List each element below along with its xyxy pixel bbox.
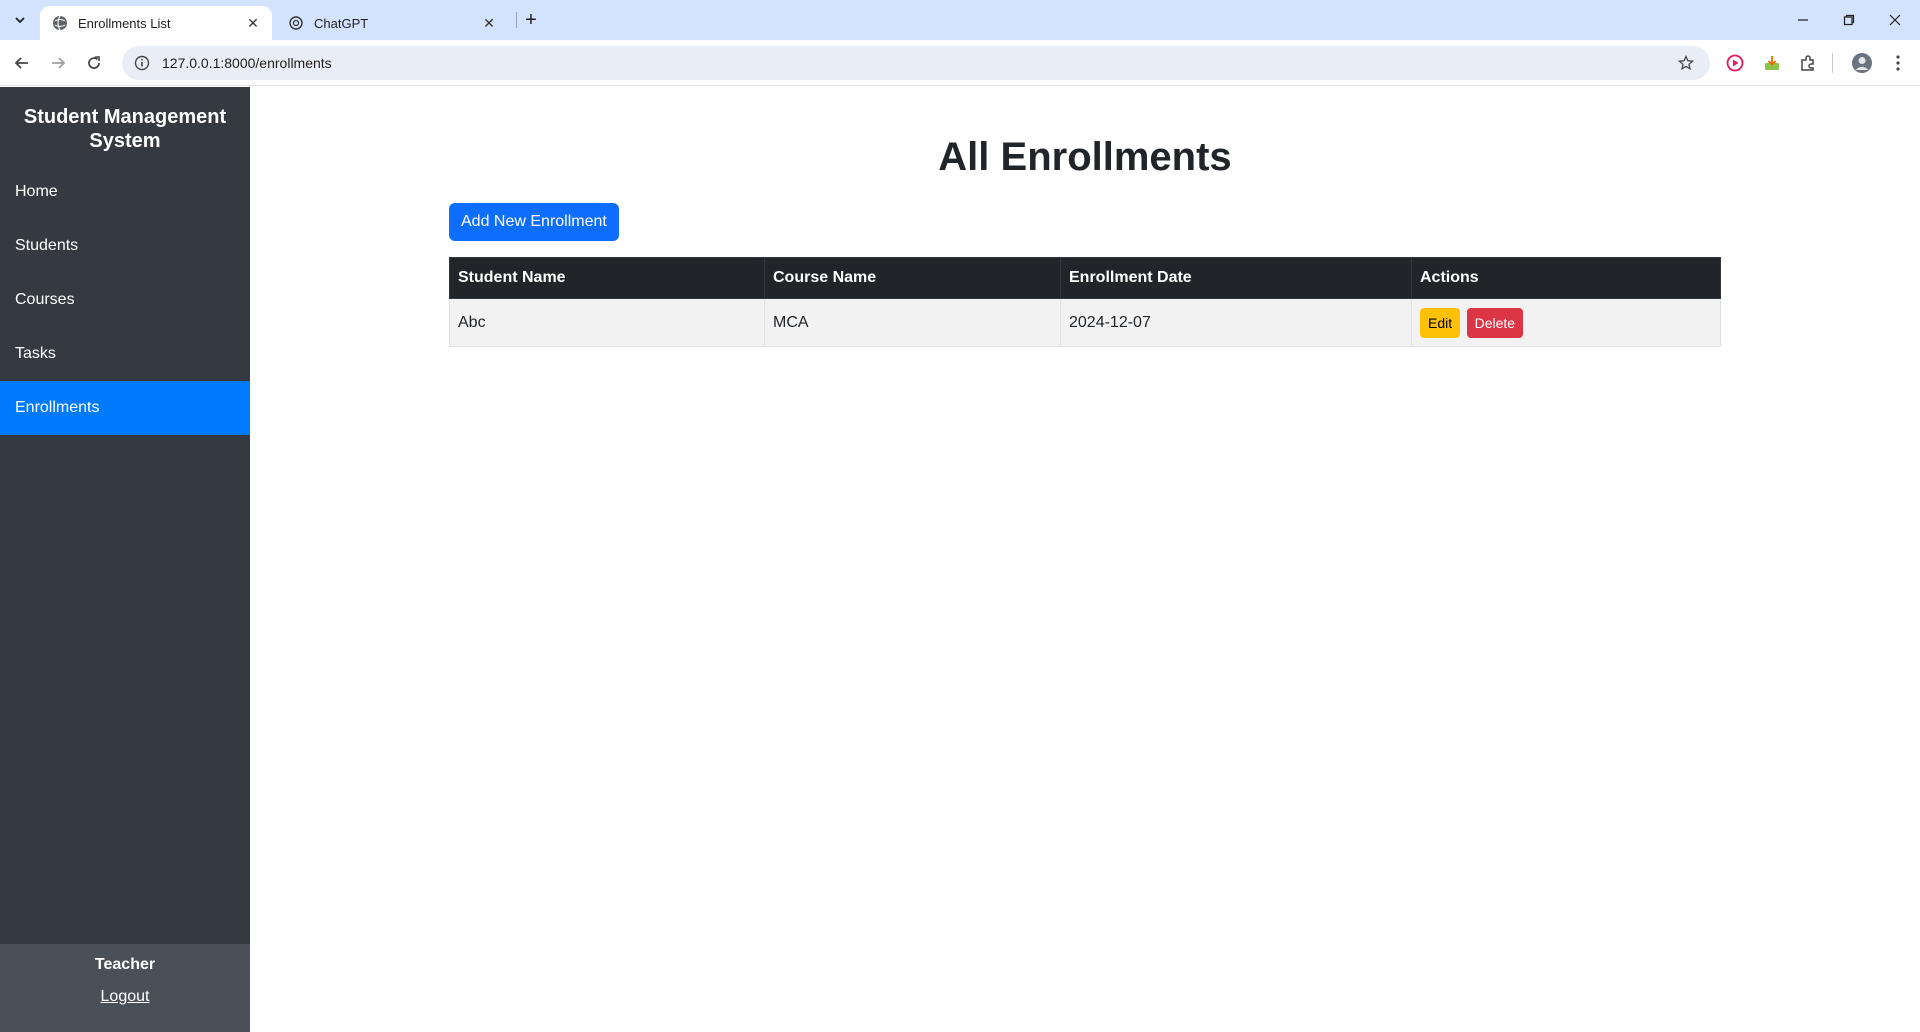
brand-title: Student Management System: [23, 106, 227, 152]
extensions-puzzle-icon[interactable]: [1796, 51, 1820, 75]
cell-course-name: MCA: [764, 298, 1061, 347]
column-header-enrollment-date: Enrollment Date: [1060, 257, 1412, 299]
column-header-student-name: Student Name: [449, 257, 765, 299]
browser-menu-icon[interactable]: [1886, 51, 1910, 75]
tab-title: ChatGPT: [314, 15, 369, 31]
table-header-row: Student Name Course Name Enrollment Date…: [449, 257, 1721, 299]
bookmark-star-icon[interactable]: [1672, 49, 1700, 77]
app-root: Student Management System Home Students …: [0, 87, 1920, 1032]
sidebar-item-courses[interactable]: Courses: [0, 273, 250, 327]
sidebar-item-home[interactable]: Home: [0, 165, 250, 219]
enrollments-table: Student Name Course Name Enrollment Date…: [449, 257, 1721, 347]
add-enrollment-button[interactable]: Add New Enrollment: [449, 203, 619, 241]
profile-avatar[interactable]: [1850, 51, 1874, 75]
sidebar-footer: Teacher Logout: [0, 944, 250, 1032]
edit-button[interactable]: Edit: [1420, 307, 1461, 338]
delete-button[interactable]: Delete: [1466, 307, 1524, 338]
sidebar-item-students[interactable]: Students: [0, 219, 250, 273]
tab-separator: [516, 12, 517, 28]
column-header-course-name: Course Name: [764, 257, 1061, 299]
minimize-icon[interactable]: [1780, 0, 1826, 40]
record-extension-icon[interactable]: [1723, 51, 1747, 75]
cell-student-name: Abc: [449, 298, 765, 347]
url-text: 127.0.0.1:8000/enrollments: [162, 55, 332, 71]
toolbar-separator: [1832, 53, 1833, 73]
sidebar-nav: Home Students Courses Tasks Enrollments: [0, 165, 250, 435]
table-row: Abc MCA 2024-12-07 Edit Delete: [449, 298, 1721, 347]
sidebar: Student Management System Home Students …: [0, 87, 250, 1032]
address-bar[interactable]: 127.0.0.1:8000/enrollments: [122, 46, 1710, 80]
column-header-actions: Actions: [1411, 257, 1721, 299]
download-extension-icon[interactable]: [1760, 51, 1784, 75]
chatgpt-icon: [288, 15, 304, 31]
sidebar-item-enrollments[interactable]: Enrollments: [0, 381, 250, 435]
tab-chatgpt[interactable]: ChatGPT ✕: [276, 6, 508, 40]
page-title: All Enrollments: [938, 135, 1232, 179]
restore-icon[interactable]: [1826, 0, 1872, 40]
tab-close-icon[interactable]: ✕: [480, 14, 498, 32]
tab-close-icon[interactable]: ✕: [244, 14, 262, 32]
sidebar-item-tasks[interactable]: Tasks: [0, 327, 250, 381]
tab-enrollments-list[interactable]: Enrollments List ✕: [40, 6, 272, 40]
browser-toolbar: 127.0.0.1:8000/enrollments: [0, 40, 1920, 86]
tab-search-icon[interactable]: [8, 8, 32, 32]
logout-link[interactable]: Logout: [101, 988, 150, 1006]
site-info-icon[interactable]: [132, 53, 152, 73]
globe-icon: [52, 15, 68, 31]
back-icon[interactable]: [8, 49, 36, 77]
user-role: Teacher: [94, 956, 156, 973]
cell-actions: Edit Delete: [1411, 298, 1721, 347]
tab-title: Enrollments List: [78, 15, 171, 31]
browser-tabstrip: Enrollments List ✕ ChatGPT ✕ +: [0, 0, 1920, 40]
main-content: All Enrollments Add New Enrollment Stude…: [250, 87, 1920, 1032]
close-window-icon[interactable]: [1872, 0, 1918, 40]
reload-icon[interactable]: [80, 49, 108, 77]
new-tab-button[interactable]: +: [518, 7, 544, 33]
forward-icon[interactable]: [44, 49, 72, 77]
cell-enrollment-date: 2024-12-07: [1060, 298, 1412, 347]
